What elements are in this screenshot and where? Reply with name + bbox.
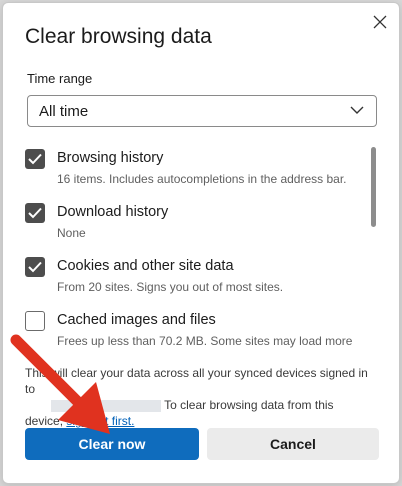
redacted-account xyxy=(51,399,161,412)
clear-browsing-data-dialog: Clear browsing data Time range All time … xyxy=(2,2,400,484)
time-range-value: All time xyxy=(39,102,89,120)
item-description: From 20 sites. Signs you out of most sit… xyxy=(57,280,284,294)
checkmark-icon xyxy=(28,261,42,273)
close-icon xyxy=(373,15,387,29)
info-line-1: This will clear your data across all you… xyxy=(25,366,368,396)
clear-now-button[interactable]: Clear now xyxy=(25,428,199,460)
dialog-title: Clear browsing data xyxy=(25,25,212,48)
sign-out-link[interactable]: sign out first. xyxy=(66,414,134,428)
info-line-2: To clear browsing data from this xyxy=(25,397,375,413)
browsing-history-checkbox[interactable] xyxy=(25,149,45,169)
close-button[interactable] xyxy=(367,9,393,35)
time-range-label: Time range xyxy=(27,71,93,86)
data-types-list: Browsing history 16 items. Includes auto… xyxy=(3,141,399,351)
info-line-2-text: To clear browsing data from this xyxy=(164,398,334,412)
checkmark-icon xyxy=(28,207,42,219)
item-title: Browsing history xyxy=(57,150,164,166)
item-description: None xyxy=(57,226,86,240)
info-line-3-prefix: device, xyxy=(25,414,64,428)
time-range-select[interactable]: All time xyxy=(27,95,377,127)
item-title: Download history xyxy=(57,204,169,220)
cookies-checkbox[interactable] xyxy=(25,257,45,277)
checkmark-icon xyxy=(28,153,42,165)
list-scrollbar[interactable] xyxy=(371,147,376,227)
info-line-3: device, sign out first. xyxy=(25,413,375,429)
sync-info-text: This will clear your data across all you… xyxy=(25,365,375,429)
item-title: Cached images and files xyxy=(57,312,216,328)
cancel-button[interactable]: Cancel xyxy=(207,428,379,460)
item-description: 16 items. Includes autocompletions in th… xyxy=(57,172,347,186)
download-history-checkbox[interactable] xyxy=(25,203,45,223)
item-title: Cookies and other site data xyxy=(57,258,234,274)
cached-images-checkbox[interactable] xyxy=(25,311,45,331)
chevron-down-icon xyxy=(350,106,364,114)
item-description: Frees up less than 70.2 MB. Some sites m… xyxy=(57,334,353,348)
